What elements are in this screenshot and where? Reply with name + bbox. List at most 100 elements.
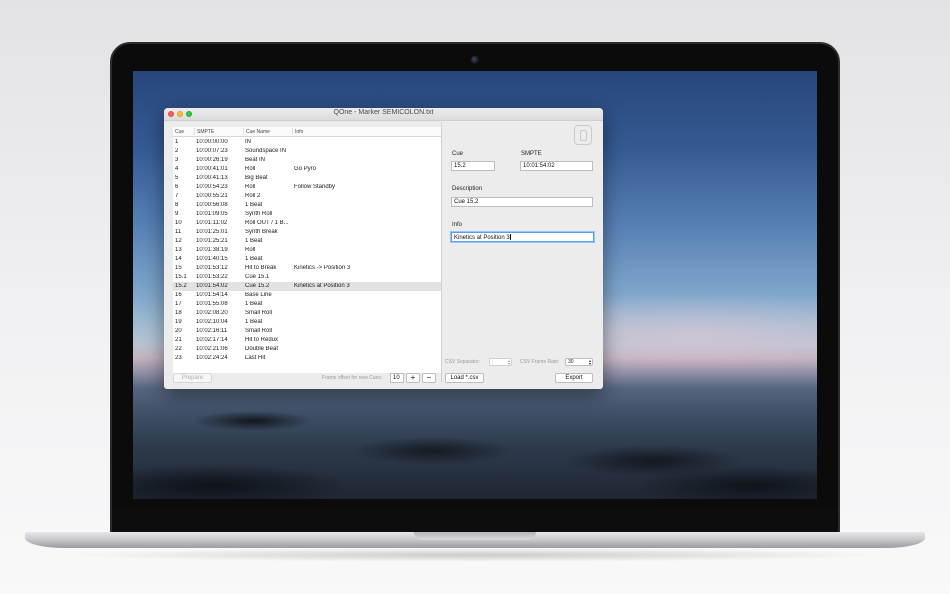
smpte-label: SMPTE (521, 151, 542, 157)
cell-cue: 7 (175, 193, 179, 199)
cell-cue-name: 1 Beat (245, 301, 263, 307)
text-caret (509, 234, 511, 240)
minus-button[interactable]: − (422, 373, 436, 383)
csv-separator-value: ; (492, 359, 494, 365)
cell-cue-name: Small Roll (245, 310, 273, 316)
csv-frame-rate-value: 30 (568, 359, 574, 365)
table-row[interactable]: 11 10:01:25:01 Synth Break (173, 228, 441, 237)
cell-smpte: 10:00:00:00 (196, 139, 228, 145)
info-field-text: Kinetics at Position 3 (454, 235, 510, 241)
cue-field[interactable]: 15.2 (451, 161, 495, 171)
cell-smpte: 10:01:38:19 (196, 247, 228, 253)
cell-cue-name: Last Hit (245, 355, 266, 361)
column-header-info[interactable]: Info (292, 128, 303, 135)
cell-smpte: 10:01:53:22 (196, 274, 228, 280)
wallpaper-rocks (133, 391, 817, 499)
table-row[interactable]: 9 10:01:09:05 Synth Roll (173, 210, 441, 219)
table-row[interactable]: 8 10:00:56:08 1 Beat (173, 201, 441, 210)
cell-smpte: 10:01:54:14 (196, 292, 228, 298)
cell-cue: 13 (175, 247, 182, 253)
cell-smpte: 10:01:11:02 (196, 220, 228, 226)
table-row[interactable]: 19 10:02:10:04 1 Beat (173, 318, 441, 327)
cell-cue-name: Hit to Break (245, 265, 277, 271)
table-row[interactable]: 18 10:02:08:20 Small Roll (173, 309, 441, 318)
cell-info: Go Pyro (294, 166, 317, 172)
table-row[interactable]: 4 10:00:41:01 Roll Go Pyro (173, 165, 441, 174)
cell-info: Follow Standby (294, 184, 336, 190)
cell-smpte: 10:01:09:05 (196, 211, 228, 217)
cell-cue: 2 (175, 148, 179, 154)
cell-cue-name: Soundspace IN (245, 148, 287, 154)
column-header-cue[interactable]: Cue (175, 129, 184, 135)
table-row[interactable]: 22 10:02:21:06 Double Beat (173, 345, 441, 354)
table-row[interactable]: 10 10:01:11:02 Roll OUT / 1 B... (173, 219, 441, 228)
cell-cue: 15.2 (175, 283, 187, 289)
info-label: Info (452, 222, 463, 228)
table-row[interactable]: 1 10:00:00:00 IN (173, 138, 441, 147)
cell-cue-name: Hit to Redux (245, 337, 279, 343)
table-row[interactable]: 5 10:00:41:13 Big Beat (173, 174, 441, 183)
cell-cue-name: Double Beat (245, 346, 279, 352)
cell-smpte: 10:01:53:12 (196, 265, 228, 271)
table-row[interactable]: 7 10:00:55:21 Roll 2 (173, 192, 441, 201)
cell-cue-name: Roll OUT / 1 B... (245, 220, 289, 226)
csv-frame-rate-label: CSV Frame Rate: (520, 359, 560, 365)
cell-cue: 6 (175, 184, 179, 190)
table-row[interactable]: 23 10:02:24:24 Last Hit (173, 354, 441, 363)
cell-cue-name: Small Roll (245, 328, 273, 334)
split-view-divider[interactable] (441, 122, 442, 382)
table-row[interactable]: 13 10:01:38:19 Roll (173, 246, 441, 255)
title-bar[interactable]: QOne - Marker SEMICOLON.txt (164, 108, 603, 121)
table-row[interactable]: 6 10:00:54:23 Roll Follow Standby (173, 183, 441, 192)
cell-cue-name: Synth Roll (245, 211, 273, 217)
cell-cue-name: Roll (245, 184, 256, 190)
cell-info: Kinetics at Position 3 (294, 283, 350, 289)
cell-smpte: 10:00:41:01 (196, 166, 228, 172)
table-row[interactable]: 20 10:02:16:11 Small Roll (173, 327, 441, 336)
laptop-chin (112, 507, 838, 531)
column-header-smpte[interactable]: SMPTE (194, 128, 214, 135)
table-row[interactable]: 2 10:00:07:23 Soundspace IN (173, 147, 441, 156)
cell-cue-name: Big Beat (245, 175, 268, 181)
export-button[interactable]: Export (555, 373, 593, 383)
csv-separator-select[interactable]: ; ▴ ▾ (489, 358, 512, 366)
load-csv-button[interactable]: Load *.csv (445, 373, 484, 383)
cell-cue: 4 (175, 166, 179, 172)
table-row[interactable]: 12 10:01:25:21 1 Beat (173, 237, 441, 246)
info-field[interactable]: Kinetics at Position 3 (451, 232, 594, 242)
table-row[interactable]: 21 10:02:17:14 Hit to Redux (173, 336, 441, 345)
table-row[interactable]: 15 10:01:53:12 Hit to Break Kinetics -> Pos… (173, 264, 441, 273)
cell-smpte: 10:01:25:21 (196, 238, 228, 244)
cue-table[interactable]: Cue SMPTE Cue Name Info 1 10:00:00:00 IN 2 1… (173, 127, 441, 373)
cell-smpte: 10:02:10:04 (196, 319, 228, 325)
cell-cue: 19 (175, 319, 182, 325)
smpte-field[interactable]: 10:01:54:02 (520, 161, 593, 171)
table-row[interactable]: 15.2 10:01:54:02 Cue 15.2 Kinetics at Posit… (173, 282, 441, 291)
cell-smpte: 10:02:08:20 (196, 310, 228, 316)
laptop-shadow (60, 548, 890, 562)
cell-cue-name: Beat IN (245, 157, 266, 163)
cell-smpte: 10:00:41:13 (196, 175, 228, 181)
description-label: Description (452, 186, 483, 192)
table-row[interactable]: 14 10:01:40:15 1 Beat (173, 255, 441, 264)
prepare-button[interactable]: Prepare (173, 373, 212, 383)
description-field[interactable]: Cue 15.2 (451, 197, 593, 207)
table-row[interactable]: 15.1 10:01:53:22 Cue 15.1 (173, 273, 441, 282)
table-row[interactable]: 16 10:01:54:14 Base Line (173, 291, 441, 300)
cell-cue-name: Base Line (245, 292, 272, 298)
cell-smpte: 10:00:55:21 (196, 193, 228, 199)
frame-offset-field[interactable]: 10 (390, 373, 404, 383)
cell-cue-name: 1 Beat (245, 319, 263, 325)
cell-cue-name: Cue 15.1 (245, 274, 270, 280)
laptop-notch (414, 532, 536, 540)
frame-offset-label: Frame offset for new Cues: (322, 375, 383, 381)
cell-cue: 14 (175, 256, 182, 262)
cell-smpte: 10:02:24:24 (196, 355, 228, 361)
csv-frame-rate-select[interactable]: 30 ▴ ▾ (565, 358, 593, 366)
table-row[interactable]: 17 10:01:55:08 1 Beat (173, 300, 441, 309)
table-row[interactable]: 3 10:00:26:19 Beat IN (173, 156, 441, 165)
window-title: QOne - Marker SEMICOLON.txt (333, 109, 434, 116)
cell-smpte: 10:01:25:01 (196, 229, 228, 235)
column-header-cue-name[interactable]: Cue Name (243, 128, 270, 135)
plus-button[interactable]: + (406, 373, 420, 383)
